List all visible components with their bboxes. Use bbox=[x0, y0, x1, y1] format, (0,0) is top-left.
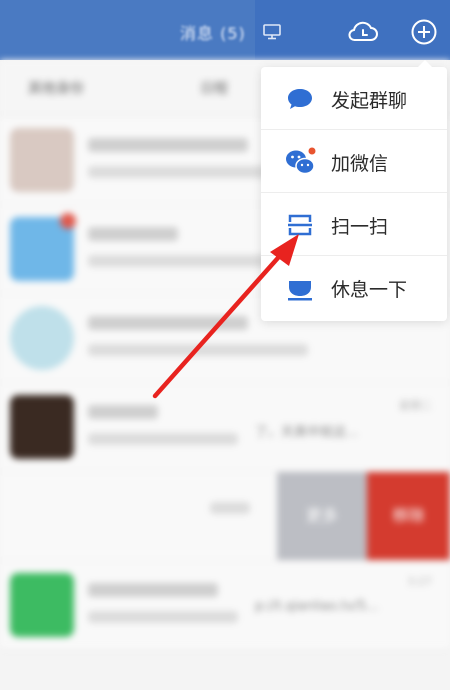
list-item-preview-bar bbox=[88, 433, 238, 445]
list-item-title bbox=[88, 405, 158, 419]
avatar bbox=[10, 573, 74, 637]
unread-badge bbox=[60, 213, 76, 229]
header-actions bbox=[255, 0, 450, 60]
avatar bbox=[10, 395, 74, 459]
list-item-title bbox=[88, 316, 248, 330]
menu-item-label: 休息一下 bbox=[331, 279, 408, 301]
menu-item-group-chat[interactable]: 发起群聊 bbox=[261, 67, 447, 130]
list-item-title bbox=[88, 583, 218, 597]
menu-item-scan[interactable]: 扫一扫 bbox=[261, 193, 447, 256]
list-item-time: 3:27 bbox=[407, 575, 432, 588]
top-bar: 消息 (5) bbox=[0, 0, 450, 60]
menu-item-label: 加微信 bbox=[331, 153, 389, 175]
more-button[interactable]: 更多 bbox=[277, 472, 367, 560]
list-item-swiped[interactable]: 更多 移除 bbox=[0, 472, 450, 561]
scan-icon bbox=[285, 210, 315, 240]
monitor-icon[interactable] bbox=[263, 24, 281, 44]
menu-item-label: 扫一扫 bbox=[331, 216, 389, 238]
avatar bbox=[10, 306, 74, 370]
delete-button[interactable]: 移除 bbox=[367, 472, 450, 560]
header-title: 消息 (5) bbox=[180, 24, 246, 43]
rest-icon bbox=[285, 273, 315, 303]
list-item-time bbox=[210, 502, 250, 514]
schedule-tab[interactable]: 日程 bbox=[200, 78, 228, 98]
list-item-preview-bar bbox=[88, 611, 238, 623]
menu-item-rest[interactable]: 休息一下 bbox=[261, 256, 447, 319]
list-item-title bbox=[88, 138, 248, 152]
list-item-preview: 了。天真中就这... bbox=[255, 425, 359, 440]
list-item[interactable]: p://t.qianliao.tv/5... 3:27 bbox=[0, 561, 450, 650]
menu-item-add-wechat[interactable]: 加微信 bbox=[261, 130, 447, 193]
chat-bubble-icon bbox=[285, 84, 315, 114]
list-item-preview bbox=[88, 344, 308, 356]
wechat-icon bbox=[285, 147, 316, 177]
list-item-preview: p://t.qianliao.tv/5... bbox=[255, 599, 379, 614]
list-item[interactable]: 了。天真中就这... 星期二 bbox=[0, 383, 450, 472]
list-item-time: 星期二 bbox=[399, 399, 432, 412]
avatar bbox=[10, 128, 74, 192]
plus-dropdown-menu: 发起群聊 加微信 扫一扫 休息一下 bbox=[261, 60, 447, 321]
cloud-icon[interactable] bbox=[347, 18, 379, 48]
plus-circle-icon[interactable] bbox=[410, 18, 438, 50]
menu-item-label: 发起群聊 bbox=[331, 90, 408, 112]
identity-switch[interactable]: 其他身份 bbox=[28, 78, 84, 98]
list-item-title bbox=[88, 227, 178, 241]
